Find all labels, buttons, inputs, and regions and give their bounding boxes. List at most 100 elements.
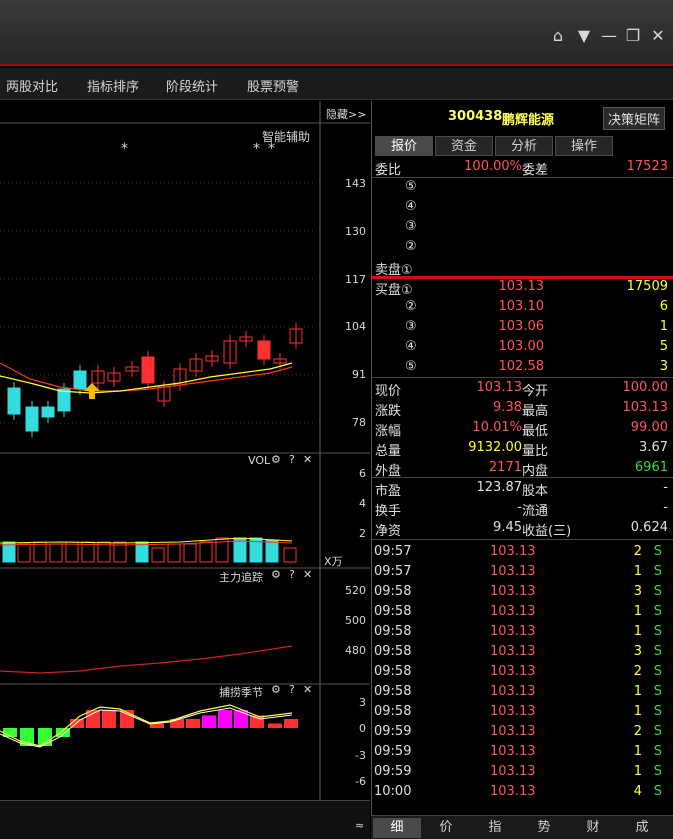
tab-operation[interactable]: 操作 [555,136,613,156]
bottom-tabs: 细 价 指 势 财 成 [371,815,673,839]
buy-level-4[interactable]: ④ 103.00 5 [372,337,673,357]
menu-item-indicator-sort[interactable]: 指标排序 [87,76,139,95]
vol-ma-line [0,537,293,544]
help-icon[interactable]: ? [289,568,295,581]
sell-level-4: ④ [405,199,417,214]
stat-value: 6961 [634,460,668,475]
kline-chart[interactable]: 隐藏>> 智能辅助 * * * 143 130 117 104 91 78 VO… [0,101,370,817]
tick-price: 103.13 [490,584,536,599]
help-icon[interactable]: ? [289,683,295,696]
webi-label: 委比 [375,163,402,178]
gear-icon[interactable]: ⚙ [271,683,281,696]
candle [73,370,87,390]
tab-funds[interactable]: 资金 [435,136,493,156]
buy-level-1[interactable]: 买盘① 103.13 17509 [372,277,673,298]
price-tick: 78 [352,416,366,429]
tab-quote[interactable]: 报价 [375,136,433,156]
title-bar: ⌂ ▼ — ❐ ✕ [0,0,673,66]
stat-label: 股本 [522,484,549,499]
restore-icon[interactable]: ❐ [623,26,643,46]
menu-item-period-stats[interactable]: 阶段统计 [166,76,218,95]
tick-price: 103.13 [490,564,536,579]
tick-side: S [653,784,662,799]
chart-canvas [0,101,370,802]
tick-volume: 1 [633,764,642,779]
tab-index[interactable]: 指 [471,818,519,838]
help-icon[interactable]: ? [289,453,295,466]
tick-row: 09:58 103.13 3 S [372,582,673,602]
buy-level-5[interactable]: ⑤ 102.58 3 [372,357,673,377]
volume-bar [151,547,165,563]
close-icon[interactable]: ✕ [648,26,668,46]
stat-label: 涨幅 [375,424,402,439]
tick-time: 09:58 [374,584,412,599]
stat-label: 今开 [522,384,549,399]
stat-value: 0.624 [630,520,668,535]
stat-row: 现价 103.13 今开 100.00 [372,378,673,399]
minimize-icon[interactable]: — [599,26,619,46]
tick-price: 103.13 [490,704,536,719]
buy-level-2[interactable]: ② 103.10 6 [372,297,673,317]
season-tick: 0 [359,722,366,735]
gear-icon[interactable]: ⚙ [271,453,281,466]
tick-price: 103.13 [490,544,536,559]
stat-value: 9.45 [493,520,522,535]
tick-row: 09:59 103.13 1 S [372,762,673,782]
weicha-value: 17523 [626,159,668,174]
tick-row: 09:58 103.13 1 S [372,682,673,702]
tab-volume[interactable]: 成 [618,818,666,838]
menu-item-stock-alert[interactable]: 股票预警 [247,76,299,95]
close-icon[interactable]: ✕ [303,683,312,696]
close-icon[interactable]: ✕ [303,568,312,581]
season-label: 捕捞季节 [219,686,263,699]
chart-footer: ≈ [0,800,370,839]
menu-item-compare[interactable]: 两股对比 [6,76,58,95]
stat-label: 涨跌 [375,404,402,419]
vol-tick: 4 [359,497,366,510]
tick-volume: 1 [633,744,642,759]
season-tick: -6 [355,775,366,788]
signal-marker: * [268,141,275,157]
main-force-line [0,645,293,674]
tick-time: 09:58 [374,624,412,639]
tab-price[interactable]: 价 [422,818,470,838]
tick-time: 09:57 [374,564,412,579]
tick-volume: 4 [633,784,642,799]
stat-value: 3.67 [639,440,668,455]
tab-finance[interactable]: 财 [569,818,617,838]
price-tick: 117 [345,273,366,286]
close-icon[interactable]: ✕ [303,453,312,466]
tick-side: S [653,604,662,619]
tab-detail[interactable]: 细 [373,818,421,838]
stat-row: 净资 9.45 收益(三) 0.624 [372,518,673,539]
tick-side: S [653,584,662,599]
buy-level-3[interactable]: ③ 103.06 1 [372,317,673,337]
candle [257,340,271,360]
gear-icon[interactable]: ⚙ [271,568,281,581]
stat-label: 净资 [375,524,402,539]
home-icon[interactable]: ⌂ [548,26,568,46]
hide-button[interactable]: 隐藏>> [326,106,366,122]
dropdown-icon[interactable]: ▼ [574,26,594,46]
tick-row: 09:58 103.13 1 S [372,622,673,642]
season-bar [234,710,248,728]
tab-analysis[interactable]: 分析 [495,136,553,156]
stat-value: 2171 [488,460,522,475]
tick-time: 09:59 [374,724,412,739]
sell-level-2: ② [405,239,417,254]
sell-level-3: ③ [405,219,417,234]
main-force-tick: 480 [345,644,366,657]
stat-value: 103.13 [622,400,669,415]
main-force-tick: 520 [345,584,366,597]
tab-trend[interactable]: 势 [520,818,568,838]
volume-bar [65,541,79,563]
tick-volume: 1 [633,604,642,619]
tick-time: 09:58 [374,664,412,679]
stat-label: 流通 [522,504,549,519]
candle [41,406,55,418]
stat-label: 最低 [522,424,549,439]
stat-label: 现价 [375,384,402,399]
expand-icon[interactable]: ≈ [355,819,364,832]
decision-matrix-button[interactable]: 决策矩阵 [603,107,666,130]
stat-value: 9132.00 [468,440,522,455]
